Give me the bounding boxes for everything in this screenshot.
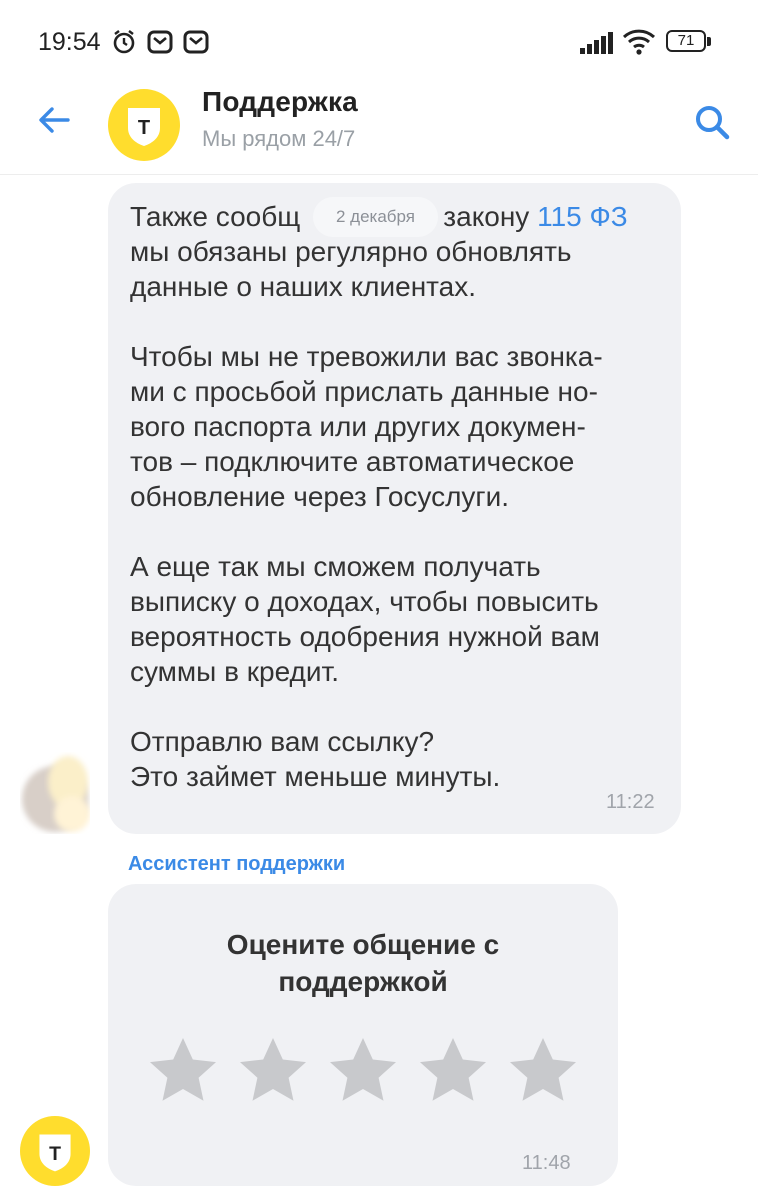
signal-icon xyxy=(580,32,613,54)
star-icon-4[interactable] xyxy=(418,1036,488,1104)
bot-avatar: Т xyxy=(20,1116,90,1186)
rating-card: Оцените общение с поддержкой 11:48 xyxy=(108,884,618,1186)
logo-letter: Т xyxy=(138,117,150,139)
battery-tip xyxy=(707,37,711,46)
battery-icon: 71 xyxy=(666,30,706,52)
rating-stars xyxy=(148,1036,588,1106)
message-text: Также сообщ закону 115 ФЗ мы обязаны регу… xyxy=(130,199,670,794)
message-text-mid: закону xyxy=(443,201,538,232)
message-text-rest: мы обязаны регулярно обновлять данные о … xyxy=(130,236,603,792)
search-icon[interactable] xyxy=(690,100,734,144)
rating-time: 11:48 xyxy=(522,1152,571,1174)
message-text-start: Также сообщ xyxy=(130,201,301,232)
bot-logo-letter: Т xyxy=(49,1143,61,1165)
star-icon-5[interactable] xyxy=(508,1036,578,1104)
star-icon-2[interactable] xyxy=(238,1036,308,1104)
date-chip: 2 декабря xyxy=(313,197,438,237)
law-link[interactable]: 115 ФЗ xyxy=(537,201,628,232)
message-bubble: Также сообщ закону 115 ФЗ мы обязаны регу… xyxy=(108,183,681,834)
alarm-icon xyxy=(113,30,135,54)
chat-header: Т Поддержка Мы рядом 24/7 xyxy=(0,80,758,175)
chat-title: Поддержка xyxy=(202,86,358,117)
back-arrow-icon[interactable] xyxy=(34,100,74,140)
rating-title: Оцените общение с поддержкой xyxy=(226,929,500,997)
message-notification-icon xyxy=(183,30,209,54)
star-icon-3[interactable] xyxy=(328,1036,398,1104)
star-icon-1[interactable] xyxy=(148,1036,218,1104)
status-bar: 19:54 71 xyxy=(0,0,758,80)
message-notification-icon xyxy=(147,30,173,54)
wifi-icon xyxy=(622,29,656,55)
message-time: 11:22 xyxy=(606,791,655,813)
chat-subtitle: Мы рядом 24/7 xyxy=(202,126,356,151)
shield-icon: Т xyxy=(128,108,160,146)
support-logo[interactable]: Т xyxy=(108,89,180,161)
sender-label: Ассистент поддержки xyxy=(128,853,346,875)
user-avatar xyxy=(22,756,90,832)
status-time: 19:54 xyxy=(38,28,101,56)
shield-icon: Т xyxy=(39,1134,71,1172)
